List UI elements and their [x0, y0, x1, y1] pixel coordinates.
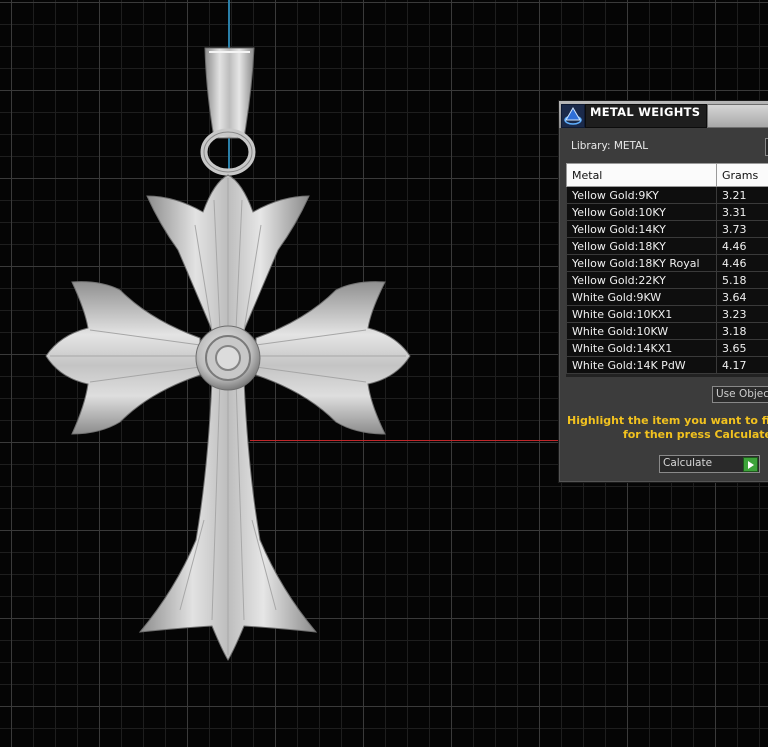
use-object-button[interactable]: Use Object [712, 386, 768, 403]
table-row[interactable]: Yellow Gold:10KY 3.31 [566, 203, 768, 221]
metal-cell: Yellow Gold:14KY [566, 220, 717, 238]
metal-table[interactable]: Metal Grams Yellow Gold:9KY 3.21 Yellow Go… [566, 163, 768, 377]
metal-cell: Yellow Gold:22KY [566, 271, 717, 289]
metal-cell: White Gold:10KW [566, 322, 717, 340]
grams-cell: 3.21 [716, 186, 768, 204]
table-header-row: Metal Grams [566, 163, 768, 187]
metal-cell: Yellow Gold:18KY [566, 237, 717, 255]
column-header-metal[interactable]: Metal [566, 163, 717, 187]
panel-tab[interactable] [707, 104, 768, 128]
metal-cell: White Gold:14KX1 [566, 339, 717, 357]
metal-cell: Yellow Gold:9KY [566, 186, 717, 204]
metal-weights-panel: METAL WEIGHTS Library: METAL Metal Grams… [558, 100, 768, 483]
panel-titlebar[interactable]: METAL WEIGHTS [559, 101, 768, 128]
grams-cell: 3.23 [716, 305, 768, 323]
table-row[interactable]: White Gold:9KW 3.64 [566, 288, 768, 306]
instruction-line-2: for then press Calculate [622, 428, 768, 441]
metal-cell: White Gold:9KW [566, 288, 717, 306]
grams-cell: 4.17 [716, 356, 768, 374]
metal-weights-logo-icon [561, 104, 585, 128]
table-row[interactable]: White Gold:10KX1 3.23 [566, 305, 768, 323]
table-row[interactable]: White Gold:14K PdW 4.17 [566, 356, 768, 374]
grams-cell: 4.46 [716, 254, 768, 272]
metal-cell: White Gold:14K PdW [566, 356, 717, 374]
metal-cell: White Gold:10KX1 [566, 305, 717, 323]
instruction-line-1: Highlight the item you want to find [567, 414, 768, 427]
library-label: Library: METAL [571, 140, 649, 152]
grams-cell: 3.31 [716, 203, 768, 221]
column-header-grams[interactable]: Grams [716, 163, 768, 187]
table-row[interactable]: White Gold:10KW 3.18 [566, 322, 768, 340]
table-row[interactable]: Yellow Gold:18KY Royal 4.46 [566, 254, 768, 272]
grams-cell: 3.64 [716, 288, 768, 306]
grams-cell: 4.46 [716, 237, 768, 255]
table-row[interactable]: Yellow Gold:9KY 3.21 [566, 186, 768, 204]
grams-cell: 5.18 [716, 271, 768, 289]
table-row[interactable]: Yellow Gold:18KY 4.46 [566, 237, 768, 255]
instruction-text: Highlight the item you want to find for … [567, 414, 768, 442]
grams-cell: 3.65 [716, 339, 768, 357]
play-arrow-icon[interactable] [743, 457, 758, 472]
metal-cell: Yellow Gold:10KY [566, 203, 717, 221]
calculate-button[interactable]: Calculate [659, 455, 760, 473]
grams-cell: 3.73 [716, 220, 768, 238]
grams-cell: 3.18 [716, 322, 768, 340]
table-row[interactable]: White Gold:14KX1 3.65 [566, 339, 768, 357]
metal-cell: Yellow Gold:18KY Royal [566, 254, 717, 272]
calculate-label: Calculate [663, 457, 713, 469]
table-row[interactable]: Yellow Gold:22KY 5.18 [566, 271, 768, 289]
table-row[interactable]: Yellow Gold:14KY 3.73 [566, 220, 768, 238]
panel-title: METAL WEIGHTS [590, 105, 701, 119]
